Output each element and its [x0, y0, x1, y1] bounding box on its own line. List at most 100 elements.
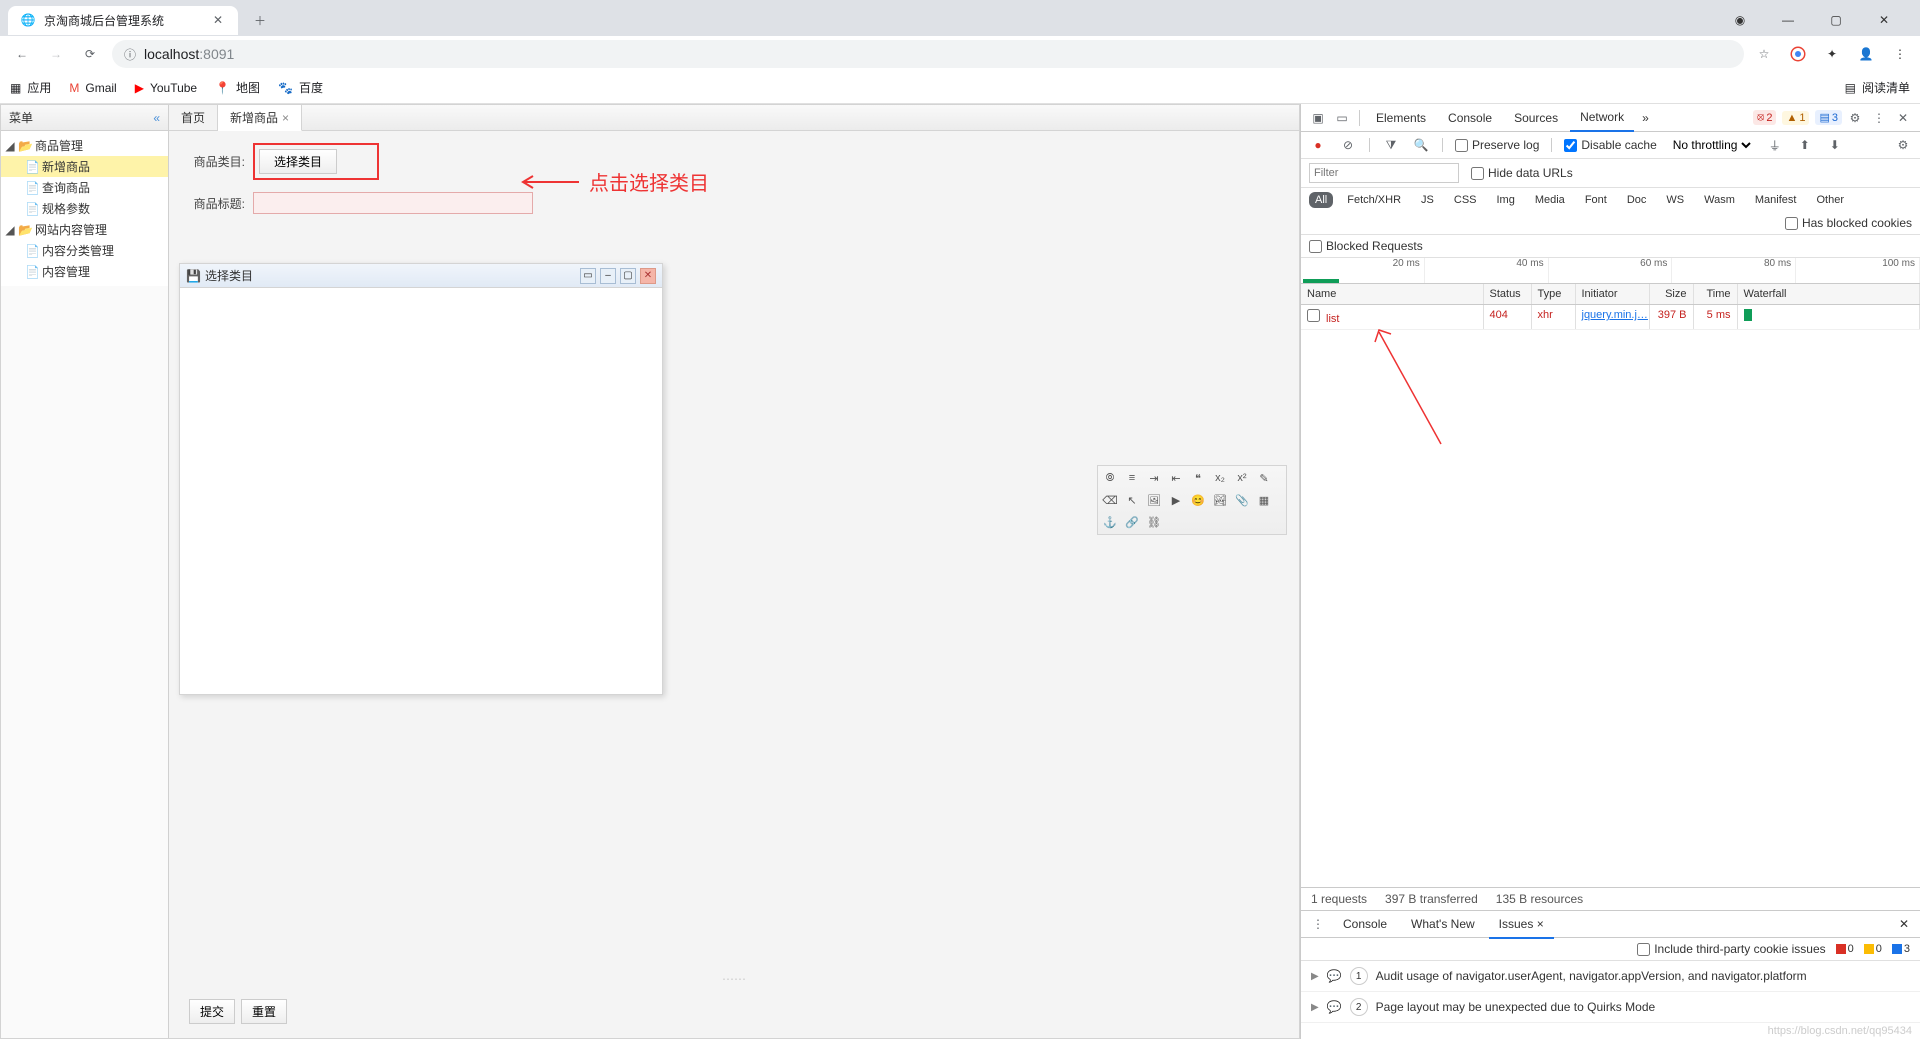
- star-icon[interactable]: ☆: [1754, 44, 1774, 64]
- bookmark-gmail[interactable]: MGmail: [69, 81, 116, 95]
- wifi-icon[interactable]: ⏚: [1766, 136, 1784, 154]
- close-icon[interactable]: ×: [1537, 917, 1544, 931]
- blocked-cookies-check[interactable]: Has blocked cookies: [1785, 216, 1912, 230]
- apps-button[interactable]: ▦应用: [10, 79, 51, 96]
- col-waterfall[interactable]: Waterfall: [1738, 284, 1920, 304]
- type-img[interactable]: Img: [1491, 192, 1521, 208]
- inspect-icon[interactable]: ▣: [1307, 107, 1329, 129]
- type-doc[interactable]: Doc: [1621, 192, 1653, 208]
- menu-icon[interactable]: ⋮: [1890, 44, 1910, 64]
- chrome-circle-icon[interactable]: [1788, 44, 1808, 64]
- type-fetchxhr[interactable]: Fetch/XHR: [1341, 192, 1407, 208]
- collapse-icon[interactable]: «: [153, 111, 160, 125]
- type-other[interactable]: Other: [1810, 192, 1850, 208]
- tab-add-product[interactable]: 新增商品×: [218, 105, 302, 131]
- unlink-icon[interactable]: ⛓: [1145, 513, 1163, 531]
- type-ws[interactable]: WS: [1660, 192, 1690, 208]
- maximize-button[interactable]: ▢: [620, 268, 636, 284]
- col-type[interactable]: Type: [1532, 284, 1576, 304]
- reset-button[interactable]: 重置: [241, 999, 287, 1024]
- reading-list-button[interactable]: ▤阅读清单: [1845, 79, 1910, 96]
- bookmark-maps[interactable]: 📍地图: [215, 79, 260, 96]
- issue-item[interactable]: ▶ 💬 2 Page layout may be unexpected due …: [1301, 992, 1920, 1023]
- list-ul-icon[interactable]: ⦾: [1101, 469, 1119, 487]
- tab-console[interactable]: Console: [1438, 105, 1502, 131]
- close-icon[interactable]: ✕: [1894, 914, 1914, 934]
- col-status[interactable]: Status: [1484, 284, 1532, 304]
- close-icon[interactable]: ×: [282, 111, 289, 125]
- type-wasm[interactable]: Wasm: [1698, 192, 1741, 208]
- tab-network[interactable]: Network: [1570, 104, 1634, 132]
- splitter-handle[interactable]: ⋯⋯: [714, 972, 754, 982]
- search-icon[interactable]: 🔍: [1412, 136, 1430, 154]
- kebab-icon[interactable]: ⋮: [1868, 107, 1890, 129]
- tree-item-content-category[interactable]: 📄 内容分类管理: [1, 240, 168, 261]
- back-icon[interactable]: ←: [10, 42, 34, 66]
- blocked-requests-check[interactable]: Blocked Requests: [1309, 239, 1912, 253]
- tree-item-query-product[interactable]: 📄 查询商品: [1, 177, 168, 198]
- extensions-icon[interactable]: ✦: [1822, 44, 1842, 64]
- new-tab-button[interactable]: ＋: [246, 6, 274, 34]
- outdent-icon[interactable]: ⇤: [1167, 469, 1185, 487]
- close-icon[interactable]: ✕: [210, 12, 226, 28]
- tab-home[interactable]: 首页: [169, 105, 218, 130]
- select-category-button[interactable]: 选择类目: [259, 149, 337, 174]
- warning-badge[interactable]: ▲ 1: [1782, 111, 1809, 125]
- col-size[interactable]: Size: [1650, 284, 1694, 304]
- upload-icon[interactable]: ⬆: [1796, 136, 1814, 154]
- timeline[interactable]: 20 ms 40 ms 60 ms 80 ms 100 ms: [1301, 258, 1920, 284]
- clear-icon[interactable]: ⊘: [1339, 136, 1357, 154]
- bookmark-baidu[interactable]: 🐾百度: [278, 79, 323, 96]
- emoji-icon[interactable]: 😊: [1189, 491, 1207, 509]
- error-badge[interactable]: ⦻ 2: [1753, 110, 1776, 125]
- issue-item[interactable]: ▶ 💬 1 Audit usage of navigator.userAgent…: [1301, 961, 1920, 992]
- third-party-check[interactable]: Include third-party cookie issues: [1637, 942, 1825, 956]
- maximize-icon[interactable]: ▢: [1820, 6, 1852, 34]
- minimize-icon[interactable]: —: [1772, 6, 1804, 34]
- drawer-tab-issues[interactable]: Issues ×: [1489, 911, 1554, 939]
- collapse-button[interactable]: ▭: [580, 268, 596, 284]
- more-tabs-icon[interactable]: »: [1636, 105, 1655, 131]
- quote-icon[interactable]: ❝: [1189, 469, 1207, 487]
- record-icon[interactable]: ●: [1309, 136, 1327, 154]
- select-icon[interactable]: ↖: [1123, 491, 1141, 509]
- disable-cache-check[interactable]: Disable cache: [1564, 138, 1656, 152]
- type-all[interactable]: All: [1309, 192, 1333, 208]
- dialog-titlebar[interactable]: 💾 选择类目 ▭ – ▢ ✕: [180, 264, 662, 288]
- minimize-button[interactable]: –: [600, 268, 616, 284]
- image-icon[interactable]: 🖼: [1145, 491, 1163, 509]
- tree-item-content-manage[interactable]: 📄 内容管理: [1, 261, 168, 282]
- filter-input[interactable]: [1309, 163, 1459, 183]
- account-icon[interactable]: ◉: [1724, 6, 1756, 34]
- link-icon[interactable]: 🔗: [1123, 513, 1141, 531]
- list-ol-icon[interactable]: ≡: [1123, 469, 1141, 487]
- browser-tab[interactable]: 🌐 京淘商城后台管理系统 ✕: [8, 6, 238, 35]
- tree-folder-products[interactable]: ◢ 📂 商品管理: [1, 135, 168, 156]
- tab-sources[interactable]: Sources: [1504, 105, 1568, 131]
- drawer-tab-console[interactable]: Console: [1333, 911, 1397, 937]
- type-js[interactable]: JS: [1415, 192, 1440, 208]
- anchor-icon[interactable]: ⚓: [1101, 513, 1119, 531]
- kebab-icon[interactable]: ⋮: [1307, 913, 1329, 935]
- preserve-log-check[interactable]: Preserve log: [1455, 138, 1539, 152]
- col-time[interactable]: Time: [1694, 284, 1738, 304]
- close-window-icon[interactable]: ✕: [1868, 6, 1900, 34]
- indent-icon[interactable]: ⇥: [1145, 469, 1163, 487]
- submit-button[interactable]: 提交: [189, 999, 235, 1024]
- device-icon[interactable]: ▭: [1331, 107, 1353, 129]
- throttling-select[interactable]: No throttling: [1669, 137, 1754, 153]
- address-bar[interactable]: ⓘ localhost:8091: [112, 40, 1744, 68]
- profile-icon[interactable]: 👤: [1856, 44, 1876, 64]
- info-badge[interactable]: ▤ 3: [1815, 110, 1842, 125]
- tree-item-add-product[interactable]: 📄 新增商品: [1, 156, 168, 177]
- type-css[interactable]: CSS: [1448, 192, 1483, 208]
- sup-icon[interactable]: x²: [1233, 469, 1251, 487]
- tree-folder-site-content[interactable]: ◢ 📂 网站内容管理: [1, 219, 168, 240]
- tree-item-spec-params[interactable]: 📄 规格参数: [1, 198, 168, 219]
- filter-icon[interactable]: ⧩: [1382, 136, 1400, 154]
- type-manifest[interactable]: Manifest: [1749, 192, 1803, 208]
- info-icon[interactable]: ⓘ: [124, 46, 136, 63]
- type-font[interactable]: Font: [1579, 192, 1613, 208]
- row-checkbox[interactable]: [1307, 309, 1320, 322]
- type-media[interactable]: Media: [1529, 192, 1571, 208]
